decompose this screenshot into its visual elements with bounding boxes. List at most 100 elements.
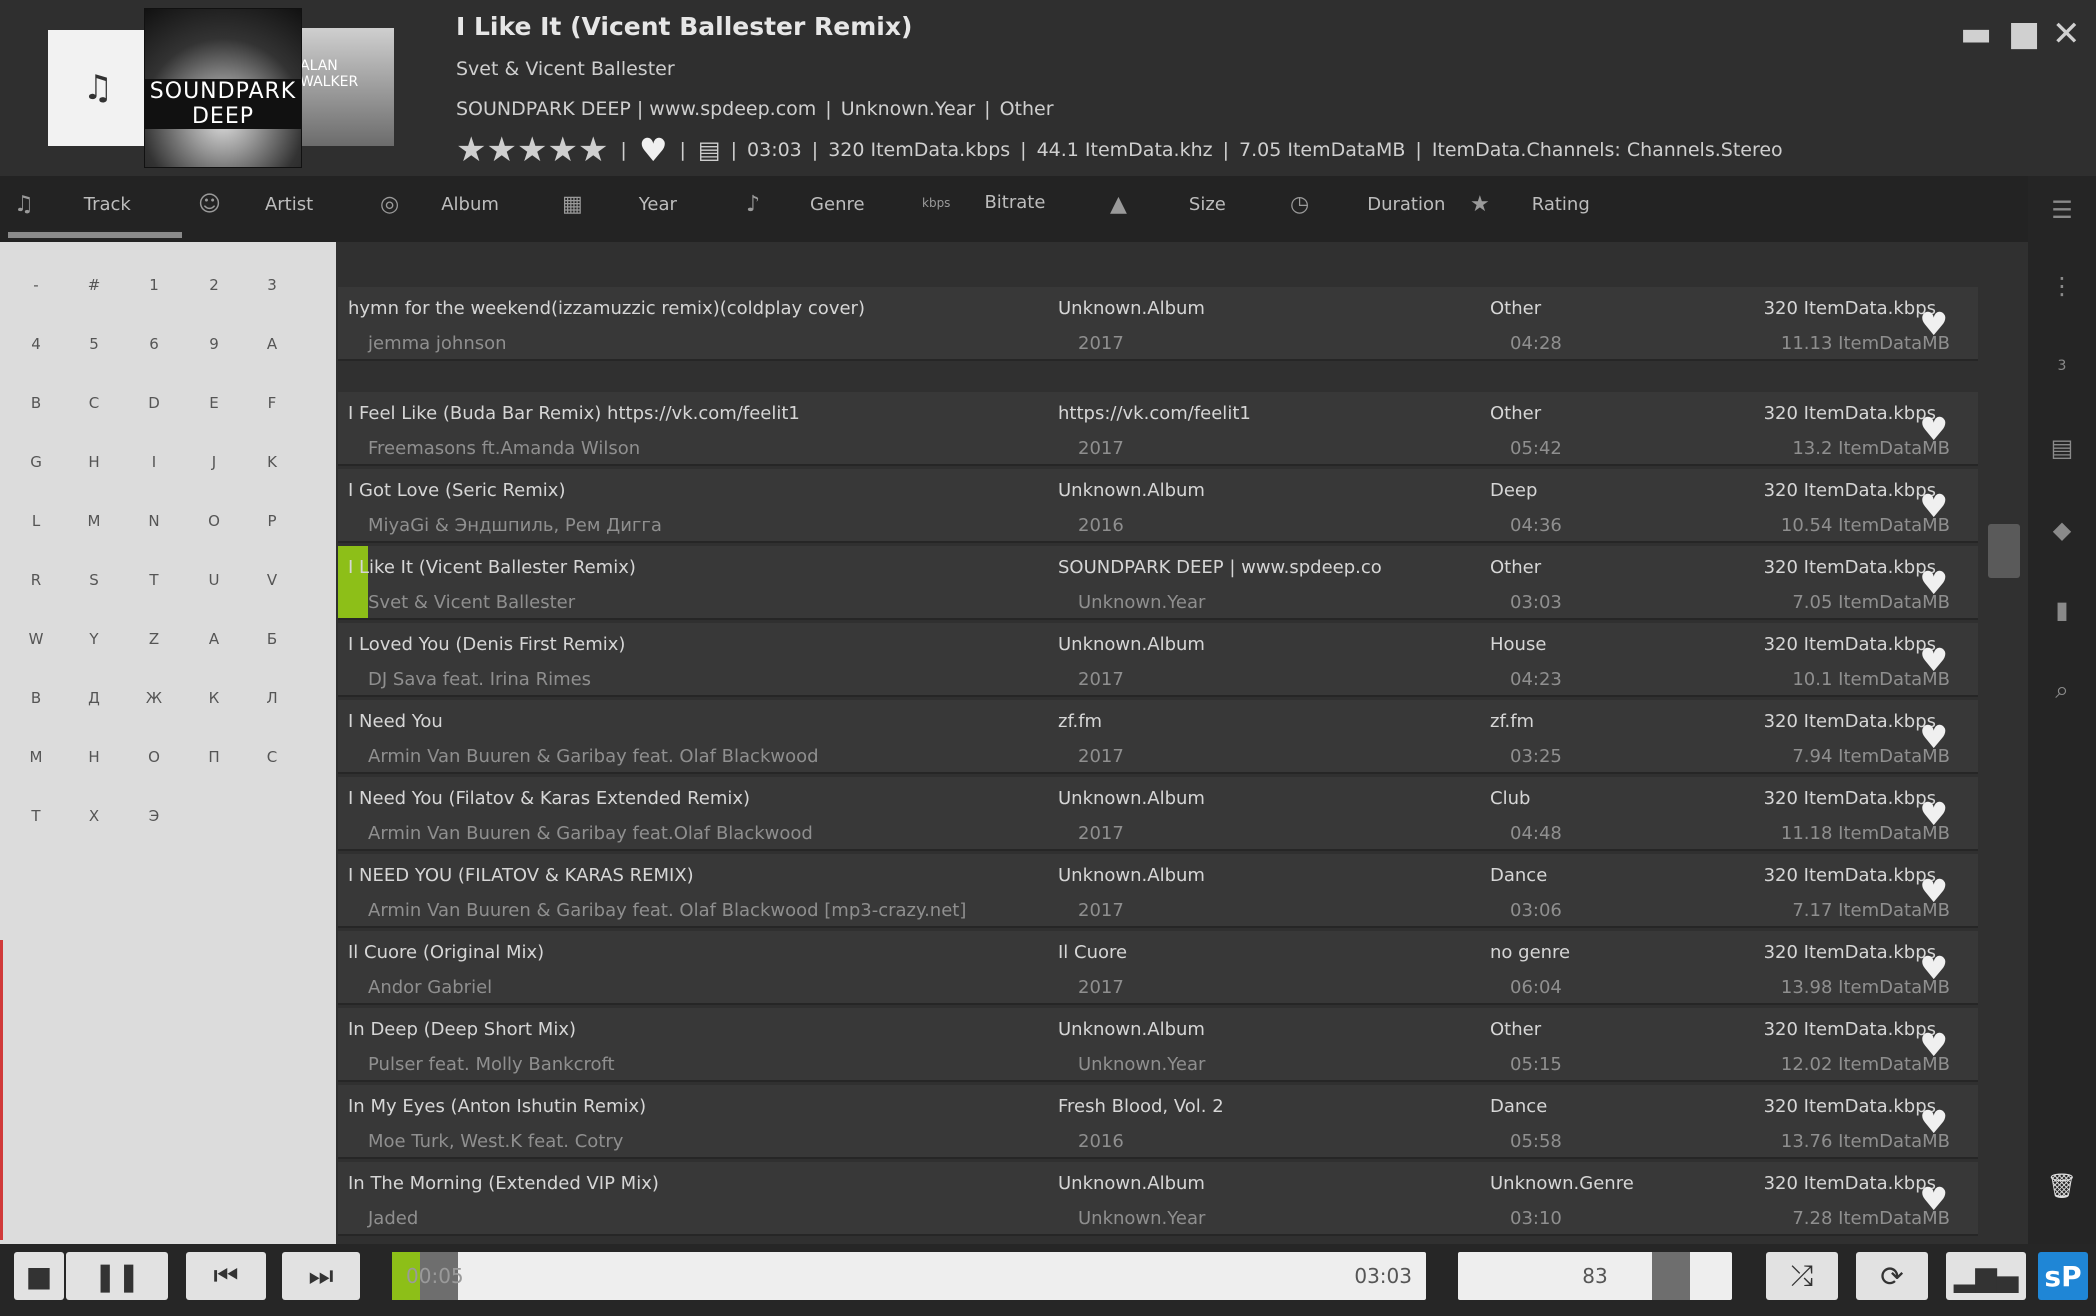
alphabet-letter[interactable]: К xyxy=(194,689,234,707)
trash-icon[interactable]: 🗑 xyxy=(2028,1172,2096,1200)
track-row[interactable]: In My Eyes (Anton Ishutin Remix) Moe Turk… xyxy=(338,1085,1978,1159)
cover-placeholder[interactable]: ♫ xyxy=(48,30,148,146)
track-row[interactable]: I Feel Like (Buda Bar Remix) https://vk.… xyxy=(338,392,1978,466)
volume-slider[interactable]: 83 xyxy=(1458,1252,1732,1300)
alphabet-letter[interactable]: Н xyxy=(74,748,114,766)
alphabet-letter[interactable]: 4 xyxy=(16,335,56,353)
alphabet-letter[interactable]: П xyxy=(194,748,234,766)
heart-icon[interactable]: ♥ xyxy=(1919,410,1948,448)
column-year[interactable]: ▦ Year xyxy=(562,192,677,217)
close-button[interactable]: ✕ xyxy=(2052,14,2081,54)
heart-icon[interactable]: ♥ xyxy=(1919,718,1948,756)
alphabet-letter[interactable]: S xyxy=(74,571,114,589)
star-icon[interactable]: ★ xyxy=(547,133,577,167)
alphabet-letter[interactable]: Ж xyxy=(134,689,174,707)
alphabet-letter[interactable]: U xyxy=(194,571,234,589)
alphabet-letter[interactable]: B xyxy=(16,394,56,412)
alphabet-letter[interactable]: 5 xyxy=(74,335,114,353)
playlist-icon[interactable]: ▤ xyxy=(2028,434,2096,462)
star-icon[interactable]: ★ xyxy=(486,133,516,167)
alphabet-letter[interactable]: Х xyxy=(74,807,114,825)
alphabet-letter[interactable]: A xyxy=(252,335,292,353)
column-album[interactable]: ◎ Album xyxy=(380,192,499,217)
more-vertical-icon[interactable]: ⋮ xyxy=(2028,272,2096,300)
alphabet-letter[interactable]: L xyxy=(16,512,56,530)
alphabet-letter[interactable]: 9 xyxy=(194,335,234,353)
alphabet-letter[interactable]: 2 xyxy=(194,276,234,294)
heart-icon[interactable]: ♥ xyxy=(1919,564,1948,602)
alphabet-letter[interactable]: - xyxy=(16,276,56,294)
column-track[interactable]: ♫ Track xyxy=(14,192,131,217)
alphabet-letter[interactable]: Z xyxy=(134,630,174,648)
heart-icon[interactable]: ♥ xyxy=(1919,872,1948,910)
column-duration[interactable]: ◷ Duration xyxy=(1290,192,1445,217)
alphabet-letter[interactable]: D xyxy=(134,394,174,412)
track-row[interactable]: Il Cuore (Original Mix) Andor Gabriel Il C… xyxy=(338,931,1978,1005)
alphabet-letter[interactable]: W xyxy=(16,630,56,648)
track-row[interactable]: I Need You Armin Van Buuren & Garibay fea… xyxy=(338,700,1978,774)
track-row[interactable]: In Deep (Deep Short Mix) Pulser feat. Mol… xyxy=(338,1008,1978,1082)
alphabet-letter[interactable]: E xyxy=(194,394,234,412)
alphabet-letter[interactable]: Д xyxy=(74,689,114,707)
shuffle-button[interactable]: ⤮ xyxy=(1766,1252,1838,1300)
alphabet-letter[interactable]: H xyxy=(74,453,114,471)
star-icon[interactable]: ★ xyxy=(578,133,608,167)
alphabet-letter[interactable]: P xyxy=(252,512,292,530)
track-row-playing[interactable]: I Like It (Vicent Ballester Remix) Svet &… xyxy=(338,546,1978,620)
menu-icon[interactable]: ☰ xyxy=(2028,196,2096,224)
heart-icon[interactable]: ♥ xyxy=(1919,949,1948,987)
star-icon[interactable]: ★ xyxy=(456,133,486,167)
pause-button[interactable]: ❚❚ xyxy=(66,1252,168,1300)
next-cover-art[interactable]: ALAN WALKER xyxy=(296,28,394,146)
alphabet-letter[interactable]: K xyxy=(252,453,292,471)
minimize-button[interactable]: ▬ xyxy=(1960,14,1992,54)
app-logo[interactable]: sP xyxy=(2038,1252,2088,1300)
track-row[interactable]: I Need You (Filatov & Karas Extended Rem… xyxy=(338,777,1978,851)
alphabet-letter[interactable]: Л xyxy=(252,689,292,707)
tag-icon[interactable]: ◆ xyxy=(2028,516,2096,544)
album-cover[interactable]: SOUNDPARK DEEP xyxy=(144,8,302,168)
star-icon[interactable]: ★ xyxy=(517,133,547,167)
track-row[interactable]: I NEED YOU (FILATOV & KARAS REMIX) Armin … xyxy=(338,854,1978,928)
alphabet-letter[interactable]: Y xyxy=(74,630,114,648)
lyrics-icon[interactable]: ▤ xyxy=(698,136,721,164)
track-row[interactable]: I Loved You (Denis First Remix) DJ Sava f… xyxy=(338,623,1978,697)
previous-button[interactable]: ⏮ xyxy=(186,1252,266,1300)
heart-icon[interactable]: ♥ xyxy=(1919,1180,1948,1218)
alphabet-letter[interactable]: # xyxy=(74,276,114,294)
alphabet-letter[interactable]: N xyxy=(134,512,174,530)
column-bitrate[interactable]: kbps Bitrate xyxy=(922,192,1045,213)
heart-icon[interactable]: ♥ xyxy=(1919,305,1948,343)
column-rating[interactable]: ★ Rating xyxy=(1470,192,1590,217)
heart-icon[interactable]: ♥ xyxy=(639,131,668,169)
repeat-button[interactable]: ⟳ xyxy=(1856,1252,1928,1300)
alphabet-letter[interactable]: В xyxy=(16,689,56,707)
list-scrollbar[interactable] xyxy=(1988,524,2020,578)
maximize-button[interactable]: ■ xyxy=(2008,14,2040,54)
alphabet-letter[interactable]: 3 xyxy=(252,276,292,294)
heart-icon[interactable]: ♥ xyxy=(1919,1026,1948,1064)
alphabet-letter[interactable]: T xyxy=(134,571,174,589)
alphabet-letter[interactable]: M xyxy=(74,512,114,530)
volume-handle[interactable] xyxy=(1652,1252,1690,1300)
seek-bar[interactable]: 00:05 03:03 xyxy=(392,1252,1426,1300)
alphabet-letter[interactable]: R xyxy=(16,571,56,589)
alphabet-letter[interactable]: Т xyxy=(16,807,56,825)
column-artist[interactable]: ☺ Artist xyxy=(198,192,313,217)
equalizer-button[interactable]: ▂▆▄ xyxy=(1946,1252,2026,1300)
alphabet-letter[interactable]: М xyxy=(16,748,56,766)
alphabet-letter[interactable]: G xyxy=(16,453,56,471)
alphabet-letter[interactable]: I xyxy=(134,453,174,471)
alphabet-letter[interactable]: 1 xyxy=(134,276,174,294)
alphabet-letter[interactable]: C xyxy=(74,394,114,412)
alphabet-letter[interactable]: O xyxy=(194,512,234,530)
alphabet-letter[interactable]: С xyxy=(252,748,292,766)
search-icon[interactable]: ⌕ xyxy=(2028,676,2096,704)
alphabet-letter[interactable]: Э xyxy=(134,807,174,825)
heart-icon[interactable]: ♥ xyxy=(1919,1103,1948,1141)
queue-counter[interactable]: 3 xyxy=(2028,358,2096,374)
column-size[interactable]: ▲ Size xyxy=(1110,192,1226,217)
alphabet-letter[interactable]: О xyxy=(134,748,174,766)
track-row[interactable]: hymn for the weekend(izzamuzzic remix)(c… xyxy=(338,287,1978,361)
heart-icon[interactable]: ♥ xyxy=(1919,487,1948,525)
